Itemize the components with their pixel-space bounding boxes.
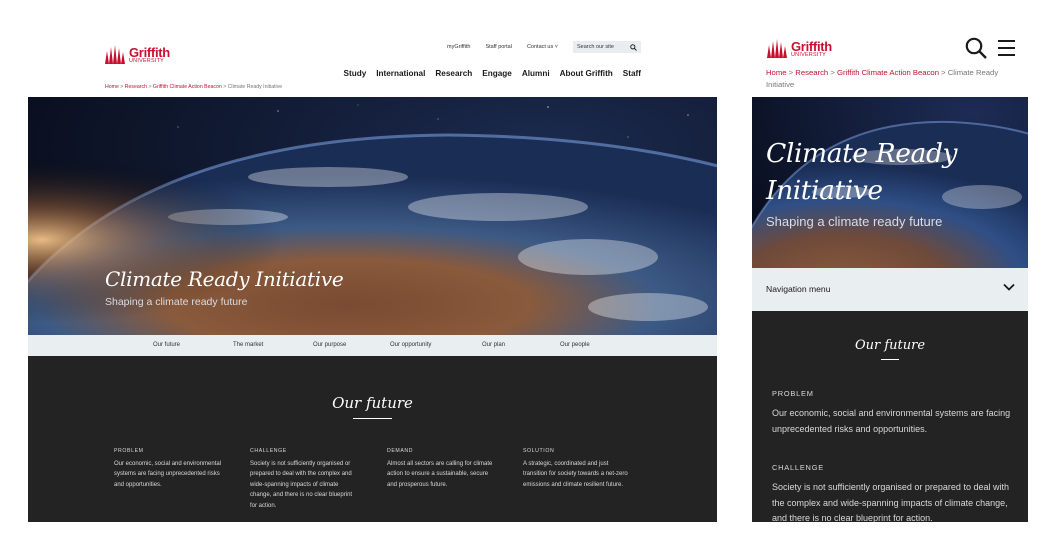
hamburger-menu-icon[interactable] xyxy=(998,40,1015,56)
breadcrumb-separator: > xyxy=(941,68,946,77)
desktop-page-mock: Griffith UNIVERSITY myGriffith Staff por… xyxy=(28,30,717,522)
nav-item-alumni[interactable]: Alumni xyxy=(522,69,550,78)
column-text: Our economic, social and environmental s… xyxy=(114,461,222,488)
hero-title-line-1: Climate Ready xyxy=(766,138,958,169)
main-nav: Study International Research Engage Alum… xyxy=(344,69,642,78)
section-heading: Our future xyxy=(332,394,413,412)
mygriffith-link[interactable]: myGriffith xyxy=(447,44,470,50)
hero-subtitle: Shaping a climate ready future xyxy=(766,214,943,229)
breadcrumb-separator: > xyxy=(223,84,227,90)
griffith-logo[interactable]: Griffith UNIVERSITY xyxy=(104,45,170,65)
navigation-menu-label: Navigation menu xyxy=(766,284,831,294)
block-text: Society is not sufficiently organised or… xyxy=(772,482,1009,522)
column-label: SOLUTION xyxy=(523,448,555,454)
tab-our-future[interactable]: Our future xyxy=(153,342,180,348)
tab-our-plan[interactable]: Our plan xyxy=(482,342,505,348)
utility-nav: myGriffith Staff portal Contact us ˅ Sea… xyxy=(447,41,641,53)
breadcrumb-separator: > xyxy=(148,84,152,90)
mobile-page-mock: Griffith UNIVERSITY Home > Research > Gr… xyxy=(752,30,1028,522)
breadcrumb-home[interactable]: Home xyxy=(105,84,119,90)
column-label: PROBLEM xyxy=(114,448,144,454)
breadcrumb-beacon[interactable]: Griffith Climate Action Beacon xyxy=(153,84,222,90)
block-label: CHALLENGE xyxy=(772,463,824,472)
heading-underline xyxy=(881,359,899,360)
problem-block: PROBLEM Our economic, social and environ… xyxy=(772,389,1012,437)
navigation-menu-toggle[interactable]: Navigation menu xyxy=(752,268,1028,311)
chevron-down-icon xyxy=(1003,283,1015,291)
hero-subtitle: Shaping a climate ready future xyxy=(105,296,248,308)
search-input[interactable]: Search our site xyxy=(573,41,641,53)
tab-our-opportunity[interactable]: Our opportunity xyxy=(390,342,431,348)
breadcrumb-separator: > xyxy=(830,68,835,77)
site-header: Griffith UNIVERSITY myGriffith Staff por… xyxy=(28,30,717,97)
breadcrumb: Home > Research > Griffith Climate Actio… xyxy=(105,84,282,90)
our-future-section: Our future PROBLEM Our economic, social … xyxy=(28,356,717,522)
hero-title: Climate Ready Initiative xyxy=(105,267,344,291)
nav-item-engage[interactable]: Engage xyxy=(482,69,512,78)
demand-column: DEMAND Almost all sectors are calling fo… xyxy=(387,448,495,490)
breadcrumb-separator: > xyxy=(788,68,794,77)
griffith-logo[interactable]: Griffith UNIVERSITY xyxy=(766,39,832,59)
contact-us-dropdown[interactable]: Contact us ˅ xyxy=(527,44,558,50)
column-label: CHALLENGE xyxy=(250,448,287,454)
challenge-column: CHALLENGE Society is not sufficiently or… xyxy=(250,448,358,511)
hero-title: Climate Ready Initiative xyxy=(766,135,957,209)
breadcrumb-research[interactable]: Research xyxy=(125,84,147,90)
hero-banner: Climate Ready Initiative Shaping a clima… xyxy=(752,97,1028,268)
column-text: A strategic, coordinated and just transi… xyxy=(523,461,628,488)
hero-title-line-2: Initiative xyxy=(766,175,883,206)
heading-underline xyxy=(353,418,392,419)
solution-column: SOLUTION A strategic, coordinated and ju… xyxy=(523,448,631,490)
block-text: Our economic, social and environmental s… xyxy=(772,408,1011,434)
griffith-flame-logo-icon xyxy=(767,39,787,58)
nav-item-international[interactable]: International xyxy=(376,69,425,78)
search-placeholder: Search our site xyxy=(577,44,614,50)
section-tabs: Our future The market Our purpose Our op… xyxy=(28,335,717,356)
problem-column: PROBLEM Our economic, social and environ… xyxy=(114,448,222,490)
nav-item-staff[interactable]: Staff xyxy=(623,69,641,78)
nav-item-research[interactable]: Research xyxy=(435,69,472,78)
column-text: Society is not sufficiently organised or… xyxy=(250,461,353,509)
logo-subtitle: UNIVERSITY xyxy=(791,51,827,58)
logo-wordmark: Griffith xyxy=(791,38,832,54)
tab-our-purpose[interactable]: Our purpose xyxy=(313,342,346,348)
nav-item-about[interactable]: About Griffith xyxy=(560,69,613,78)
search-icon[interactable] xyxy=(630,43,637,51)
tab-the-market[interactable]: The market xyxy=(233,342,263,348)
griffith-flame-logo-icon xyxy=(105,45,125,64)
logo-wordmark: Griffith xyxy=(129,44,170,60)
breadcrumb-beacon[interactable]: Griffith Climate Action Beacon xyxy=(837,68,939,77)
tab-our-people[interactable]: Our people xyxy=(560,342,590,348)
challenge-block: CHALLENGE Society is not sufficiently or… xyxy=(772,463,1012,522)
breadcrumb: Home > Research > Griffith Climate Actio… xyxy=(766,67,1021,91)
breadcrumb-research[interactable]: Research xyxy=(795,68,828,77)
breadcrumb-separator: > xyxy=(120,84,124,90)
logo-subtitle: UNIVERSITY xyxy=(129,57,165,64)
our-future-section: Our future PROBLEM Our economic, social … xyxy=(752,311,1028,522)
hero-banner: Climate Ready Initiative Shaping a clima… xyxy=(28,97,717,335)
search-icon[interactable] xyxy=(964,37,988,59)
staff-portal-link[interactable]: Staff portal xyxy=(485,44,512,50)
column-text: Almost all sectors are calling for clima… xyxy=(387,461,493,488)
breadcrumb-home[interactable]: Home xyxy=(766,68,787,77)
nav-item-study[interactable]: Study xyxy=(344,69,367,78)
breadcrumb-current: Climate Ready Initiative xyxy=(227,84,283,90)
block-label: PROBLEM xyxy=(772,389,814,398)
section-heading: Our future xyxy=(854,338,926,353)
column-label: DEMAND xyxy=(387,448,414,454)
